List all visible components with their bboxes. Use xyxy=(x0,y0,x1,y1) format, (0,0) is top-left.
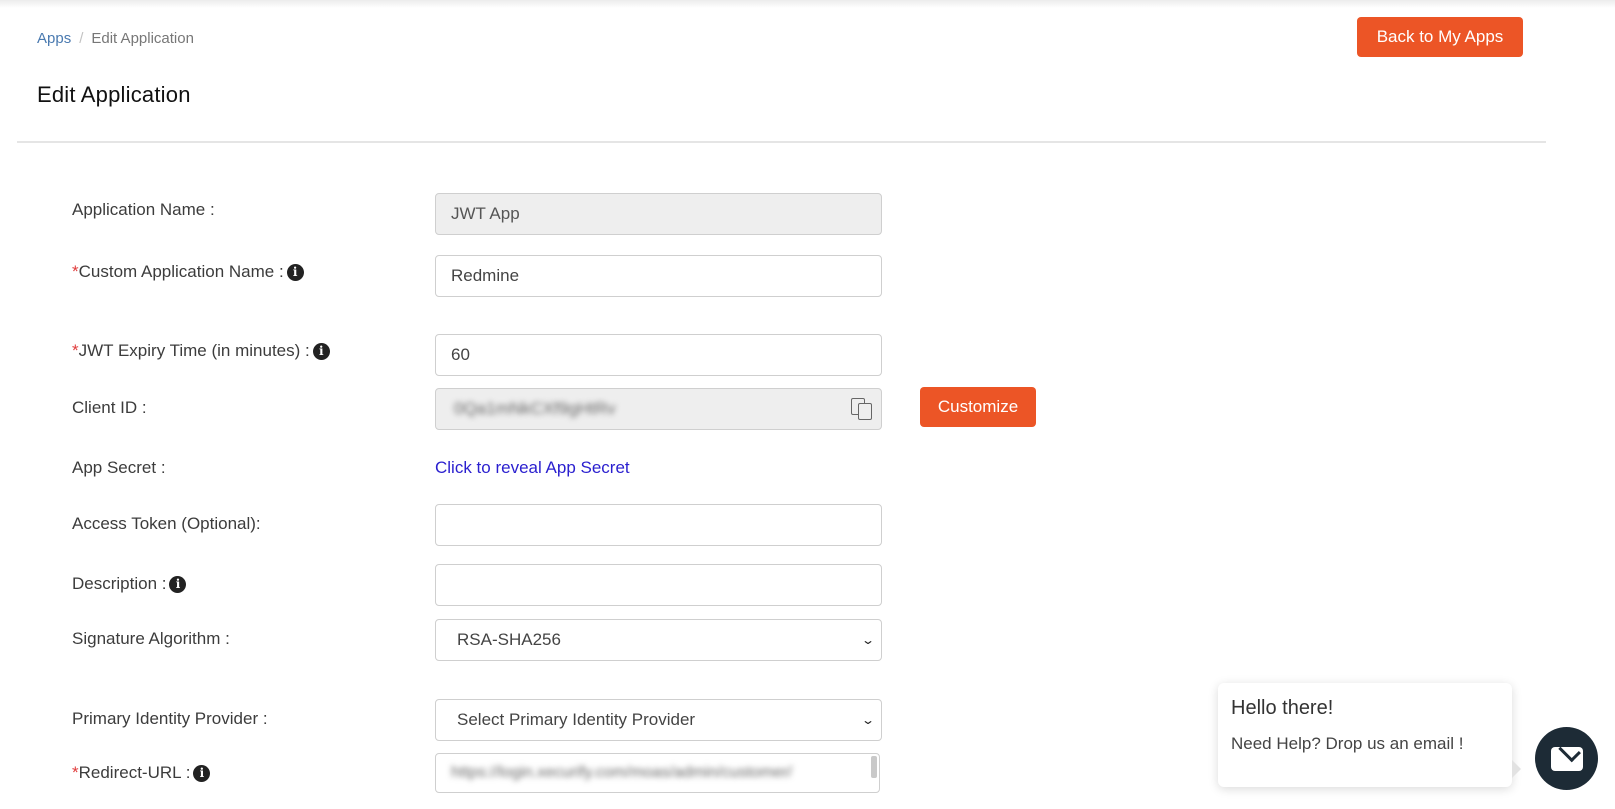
label-text: Primary Identity Provider : xyxy=(72,709,268,728)
required-asterisk: * xyxy=(72,763,79,782)
textarea-scrollbar[interactable] xyxy=(871,756,877,778)
top-shadow xyxy=(0,0,1615,8)
chat-popup: Hello there! Need Help? Drop us an email… xyxy=(1218,683,1512,787)
selected-value: RSA-SHA256 xyxy=(457,630,561,649)
label-text: Description : xyxy=(72,574,167,593)
label-text: Custom Application Name : xyxy=(78,262,284,281)
info-circle-icon[interactable]: i xyxy=(312,342,330,360)
label-text: Access Token (Optional): xyxy=(72,514,261,533)
redirect-url-value: https://login.xecurify.com/moas/admin/cu… xyxy=(451,764,793,781)
required-asterisk: * xyxy=(72,262,79,281)
reveal-app-secret-link[interactable]: Click to reveal App Secret xyxy=(435,458,630,478)
copy-icon[interactable] xyxy=(849,397,873,421)
client-id-label: Client ID : xyxy=(72,398,147,418)
header-divider xyxy=(17,141,1546,143)
selected-value: Select Primary Identity Provider xyxy=(457,710,696,729)
client-id-value: 0Qa1mNkCXf9gHtRv xyxy=(454,399,616,418)
label-text: Client ID : xyxy=(72,398,147,417)
jwt-expiry-field[interactable] xyxy=(435,334,882,376)
label-text: Redirect-URL : xyxy=(78,763,191,782)
redirect-url-textarea[interactable]: https://login.xecurify.com/moas/admin/cu… xyxy=(435,753,880,793)
custom-application-name-label: * Custom Application Name : i xyxy=(72,262,304,282)
access-token-label: Access Token (Optional): xyxy=(72,514,261,534)
redirect-url-label: * Redirect-URL : i xyxy=(72,763,211,783)
primary-idp-label: Primary Identity Provider : xyxy=(72,709,268,729)
info-circle-icon[interactable]: i xyxy=(169,575,187,593)
back-to-my-apps-button[interactable]: Back to My Apps xyxy=(1357,17,1523,57)
custom-application-name-field[interactable] xyxy=(435,255,882,297)
chat-email-button[interactable] xyxy=(1535,727,1598,790)
customize-button[interactable]: Customize xyxy=(920,387,1036,427)
label-text: JWT Expiry Time (in minutes) : xyxy=(78,341,310,360)
info-circle-icon[interactable]: i xyxy=(286,263,304,281)
chevron-down-icon: ⌄ xyxy=(860,713,876,727)
info-circle-icon[interactable]: i xyxy=(193,764,211,782)
label-text: Signature Algorithm : xyxy=(72,629,230,648)
access-token-field[interactable] xyxy=(435,504,882,546)
chat-message: Need Help? Drop us an email ! xyxy=(1231,734,1464,753)
label-text: Application Name : xyxy=(72,200,215,219)
client-id-field: 0Qa1mNkCXf9gHtRv xyxy=(435,388,882,430)
signature-algorithm-label: Signature Algorithm : xyxy=(72,629,230,649)
breadcrumb-apps-link[interactable]: Apps xyxy=(37,30,71,47)
page-title: Edit Application xyxy=(37,82,191,107)
breadcrumb-separator: / xyxy=(79,30,84,47)
breadcrumb: Apps / Edit Application xyxy=(37,30,194,47)
breadcrumb-current: Edit Application xyxy=(91,30,194,47)
required-asterisk: * xyxy=(72,341,79,360)
app-secret-label: App Secret : xyxy=(72,458,166,478)
envelope-icon xyxy=(1550,746,1583,771)
signature-algorithm-select[interactable]: RSA-SHA256 ⌄ xyxy=(435,619,882,661)
label-text: App Secret : xyxy=(72,458,166,477)
application-name-field xyxy=(435,193,882,235)
application-name-label: Application Name : xyxy=(72,200,215,220)
primary-idp-select[interactable]: Select Primary Identity Provider ⌄ xyxy=(435,699,882,741)
description-field[interactable] xyxy=(435,564,882,606)
chat-greeting: Hello there! xyxy=(1231,697,1334,719)
jwt-expiry-label: * JWT Expiry Time (in minutes) : i xyxy=(72,341,330,361)
chevron-down-icon: ⌄ xyxy=(860,633,876,647)
chat-popup-arrow xyxy=(1512,760,1521,778)
description-label: Description : i xyxy=(72,574,187,594)
